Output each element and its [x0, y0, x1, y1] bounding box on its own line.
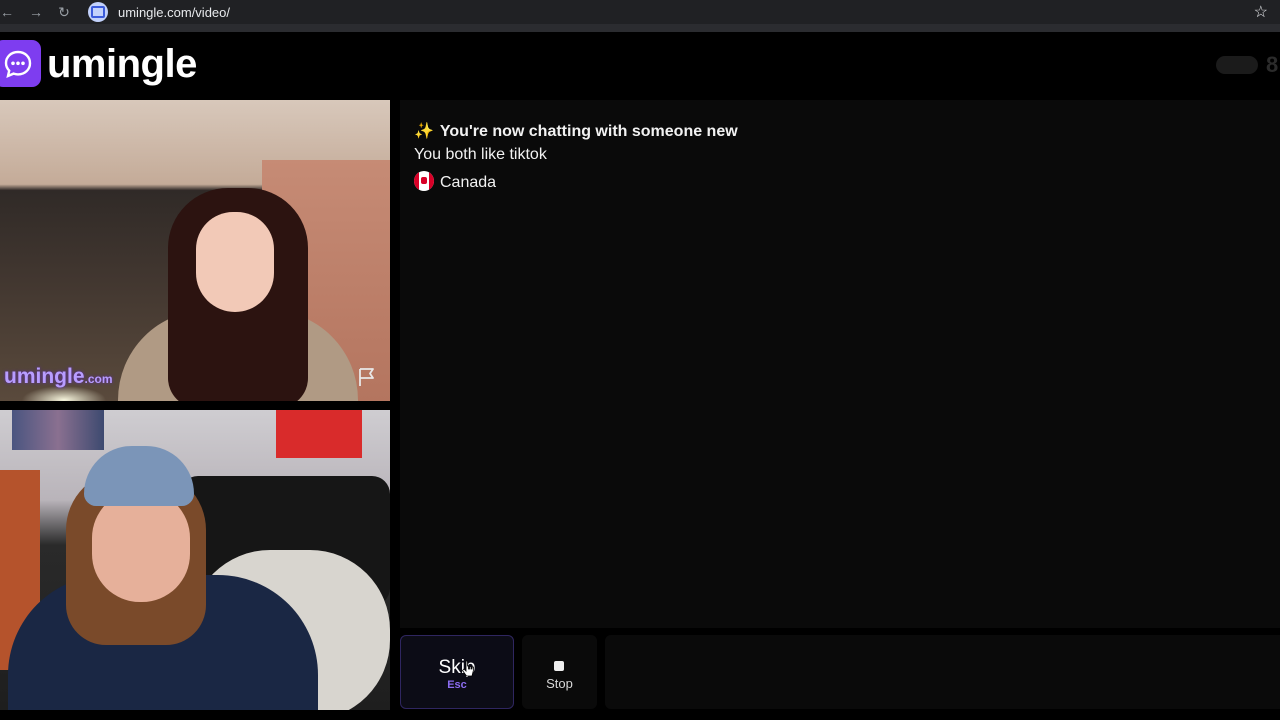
url-text: umingle.com/video/ [118, 4, 230, 20]
reload-icon[interactable]: ↻ [52, 4, 76, 21]
wall-poster [276, 410, 362, 458]
skip-label: Skip [438, 657, 476, 678]
self-person-cap [84, 446, 194, 506]
stop-button[interactable]: Stop [522, 635, 597, 709]
logo-chat-bubble-icon[interactable] [0, 40, 41, 87]
self-video [0, 410, 390, 710]
stop-square-icon [554, 661, 564, 671]
wall-poster [12, 410, 104, 450]
theme-toggle[interactable] [1216, 56, 1258, 74]
forward-icon[interactable]: → [24, 4, 48, 20]
report-flag-icon[interactable] [356, 366, 378, 388]
skip-button[interactable]: Skip Esc [400, 635, 514, 709]
chat-system-message: Canada [414, 171, 496, 192]
back-icon[interactable]: ← [0, 4, 14, 20]
online-count: 8 [1266, 52, 1279, 77]
skip-shortcut-label: Esc [447, 679, 467, 691]
browser-toolbar: ← → ↻ umingle.com/video/ ☆ [0, 0, 1280, 24]
chat-system-message: You both like tiktok [414, 146, 547, 163]
sparkles-icon: ✨ [414, 123, 434, 140]
canada-flag-icon [414, 171, 434, 191]
address-bar[interactable]: umingle.com/video/ [88, 0, 230, 24]
message-input-area[interactable] [605, 635, 1280, 709]
stranger-video: umingle.com [0, 100, 390, 401]
chat-system-message: ✨ You're now chatting with someone new [414, 123, 738, 140]
browser-divider [0, 24, 1280, 32]
stranger-person-face [196, 212, 274, 312]
chat-panel: ✨ You're now chatting with someone new Yo… [400, 100, 1280, 628]
site-favicon-icon [88, 2, 108, 22]
video-watermark: umingle.com [4, 365, 113, 388]
mouse-cursor-icon [461, 660, 474, 677]
self-person-face [92, 490, 190, 602]
bookmark-star-icon[interactable]: ☆ [1254, 2, 1268, 22]
logo-text[interactable]: umingle [47, 42, 197, 87]
stop-label: Stop [546, 676, 573, 691]
